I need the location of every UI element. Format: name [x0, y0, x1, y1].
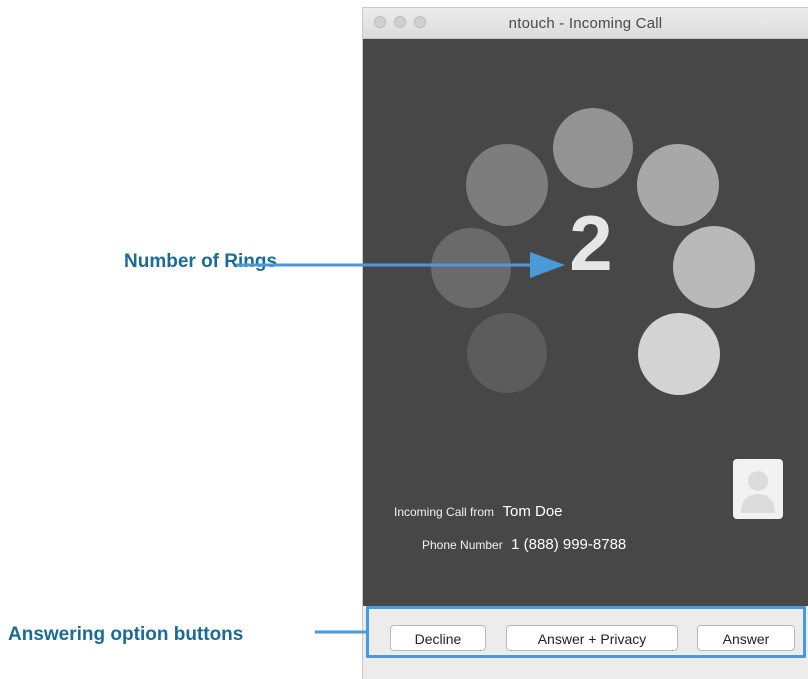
ring-indicator-dot	[431, 228, 511, 308]
caller-avatar	[733, 459, 783, 519]
caller-phone-number: 1 (888) 999-8788	[511, 536, 627, 553]
ring-indicator-dot	[673, 226, 755, 308]
title-bar[interactable]: ntouch - Incoming Call	[363, 8, 808, 39]
incoming-call-panel: 2 Incoming Call from Tom Doe Phone Numbe…	[363, 39, 808, 606]
phone-number-label: Phone Number	[422, 538, 503, 552]
rings-callout: Number of Rings	[124, 251, 278, 272]
answer-options-highlight	[366, 606, 806, 658]
caller-name-row: Incoming Call from Tom Doe	[394, 503, 563, 521]
buttons-callout: Answering option buttons	[8, 624, 244, 645]
ring-indicator-dot	[467, 313, 547, 393]
ring-indicator-dot	[553, 108, 633, 188]
window-title: ntouch - Incoming Call	[508, 15, 663, 32]
person-silhouette-icon	[741, 471, 775, 513]
caller-phone-row: Phone Number 1 (888) 999-8788	[422, 536, 626, 554]
caller-from-label: Incoming Call from	[394, 505, 495, 519]
caller-name: Tom Doe	[502, 503, 563, 520]
incoming-call-window: ntouch - Incoming Call 2 Incoming Call f…	[363, 8, 808, 679]
ring-count: 2	[569, 199, 613, 287]
ring-indicator-dot	[638, 313, 720, 395]
